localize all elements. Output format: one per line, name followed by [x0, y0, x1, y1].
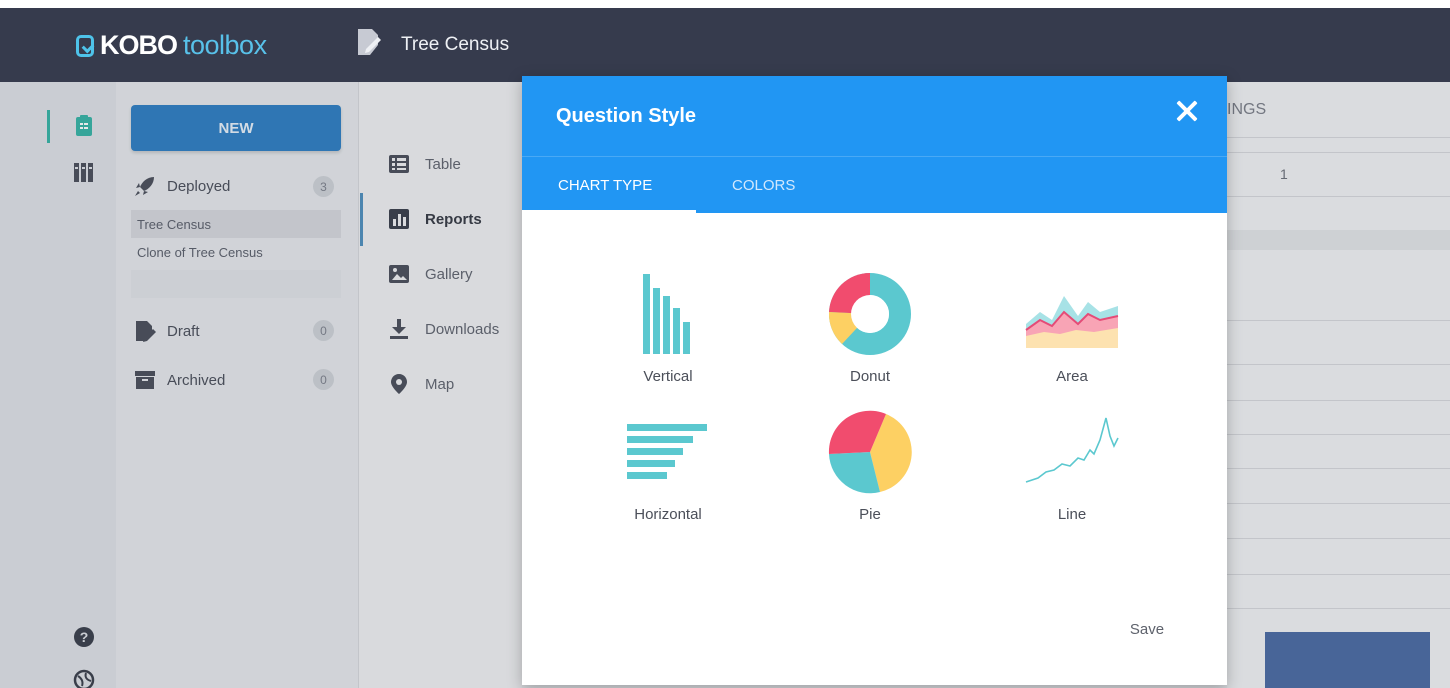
- line-chart-icon: [1025, 417, 1119, 483]
- modal-header: Question Style CHART TYPE COLORS: [522, 76, 1227, 213]
- logo-text-primary: KOBO: [100, 30, 178, 60]
- logo-text-secondary: toolbox: [183, 30, 267, 60]
- active-tab-underline: [522, 210, 696, 213]
- tab-colors[interactable]: COLORS: [732, 177, 795, 194]
- save-button[interactable]: Save: [1115, 618, 1179, 640]
- kobo-logo-icon: [76, 34, 94, 57]
- chart-option-label: Pie: [859, 506, 881, 523]
- close-icon[interactable]: [1174, 98, 1200, 124]
- chart-option-donut[interactable]: Donut: [790, 272, 950, 402]
- chart-option-line[interactable]: Line: [992, 410, 1152, 540]
- chart-option-label: Donut: [849, 368, 891, 385]
- form-deployed-icon: [358, 29, 381, 55]
- vertical-bar-chart-icon: [643, 274, 690, 354]
- modal-header-divider: [522, 156, 1227, 157]
- chart-option-vertical[interactable]: Vertical: [588, 272, 748, 402]
- chart-option-pie[interactable]: Pie: [790, 410, 950, 540]
- donut-chart-icon: [828, 272, 911, 355]
- tab-chart-type[interactable]: CHART TYPE: [558, 177, 652, 194]
- chart-option-horizontal[interactable]: Horizontal: [588, 410, 748, 540]
- modal-title: Question Style: [556, 105, 697, 127]
- question-style-modal: Question Style CHART TYPE COLORS Vertica…: [522, 76, 1227, 685]
- horizontal-bar-chart-icon: [627, 424, 707, 479]
- top-strip: [0, 0, 1450, 8]
- chart-option-label: Area: [1056, 368, 1088, 385]
- chart-option-label: Line: [1057, 506, 1087, 523]
- area-chart-icon: [1025, 296, 1119, 348]
- chart-option-label: Vertical: [643, 368, 693, 385]
- chart-option-area[interactable]: Area: [992, 272, 1152, 402]
- logo[interactable]: KOBO toolbox: [76, 30, 267, 61]
- pie-chart-icon: [828, 410, 912, 494]
- chart-option-label: Horizontal: [634, 506, 702, 523]
- form-title: Tree Census: [401, 34, 510, 55]
